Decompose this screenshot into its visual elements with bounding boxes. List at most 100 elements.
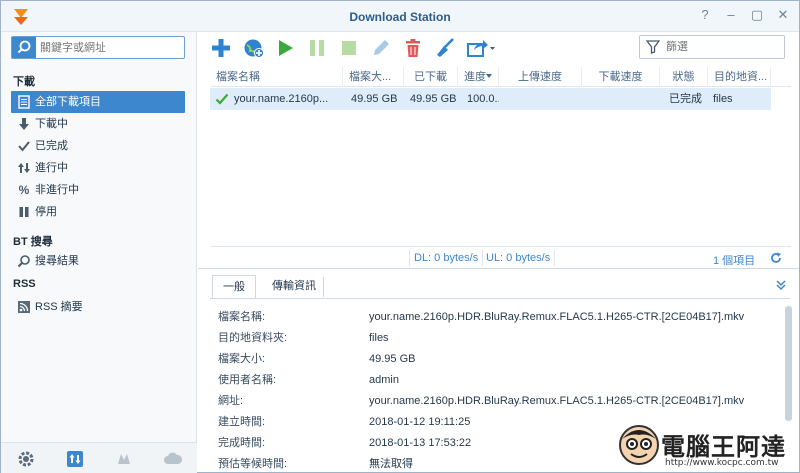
sidebar-item-search-results[interactable]: 搜尋結果	[11, 250, 185, 272]
table-status-bar: DL: 0 bytes/s UL: 0 bytes/s 1 個項目	[210, 246, 791, 268]
sidebar-item-stopped[interactable]: 停用	[11, 201, 185, 223]
download-speed-total: DL: 0 bytes/s	[414, 252, 479, 264]
sidebar-item-active[interactable]: 進行中	[11, 157, 185, 179]
cell-name: your.name.2160p...	[234, 93, 329, 105]
percent-icon: %	[18, 183, 30, 197]
cell-downloaded: 49.95 GB	[410, 93, 457, 105]
column-header-size[interactable]: 檔案大...	[343, 67, 404, 87]
search-icon	[17, 254, 31, 268]
sidebar-item-label: 下載中	[35, 118, 68, 130]
completed-check-icon	[215, 93, 229, 105]
cell-download-speed	[582, 88, 660, 110]
tab-transfer-info[interactable]: 傳輸資訊	[262, 275, 326, 299]
column-header-progress[interactable]: 進度	[458, 67, 498, 87]
check-icon	[17, 139, 31, 153]
item-count: 1 個項目	[713, 255, 756, 267]
share-dropdown-icon[interactable]	[466, 37, 496, 59]
transfer-button[interactable]	[50, 443, 99, 473]
detail-row-filename: 檔案名稱: your.name.2160p.HDR.BluRay.Remux.F…	[218, 311, 745, 323]
detail-row-destination: 目的地資料夾: files	[218, 332, 389, 344]
pause-icon[interactable]	[306, 37, 328, 59]
search-input[interactable]	[40, 39, 180, 56]
sidebar-item-completed[interactable]: 已完成	[11, 135, 185, 157]
clear-broom-icon[interactable]	[434, 37, 456, 59]
sidebar-item-all-downloads[interactable]: 全部下載項目	[11, 91, 185, 113]
column-header-upload-speed[interactable]: 上傳速度	[499, 67, 582, 87]
close-icon[interactable]: ✕	[775, 7, 791, 23]
details-panel: 一般 傳輸資訊 檔案名稱: your.name.2160p.HDR.BluRay…	[198, 268, 799, 470]
details-scrollbar[interactable]	[785, 306, 792, 421]
cloud-button[interactable]	[148, 443, 197, 473]
upload-speed-total: UL: 0 bytes/s	[486, 252, 551, 264]
column-header-name[interactable]: 檔案名稱	[210, 67, 343, 87]
stop-icon[interactable]	[338, 37, 360, 59]
refresh-icon[interactable]	[770, 252, 782, 264]
column-header-downloaded[interactable]: 已下載	[404, 67, 458, 87]
transfer-icon	[66, 450, 83, 467]
download-arrow-icon	[17, 117, 31, 131]
filter-input[interactable]	[666, 39, 776, 55]
sort-desc-icon	[486, 74, 492, 78]
minimize-icon[interactable]: –	[723, 7, 739, 23]
window-title: Download Station	[349, 10, 451, 24]
cloud-icon	[163, 452, 182, 464]
sidebar-item-label: 已完成	[35, 140, 68, 152]
detail-row-username: 使用者名稱: admin	[218, 374, 399, 386]
detail-row-size: 檔案大小: 49.95 GB	[218, 353, 416, 365]
section-bt-search: BT 搜尋	[13, 236, 53, 248]
updown-arrows-icon	[17, 161, 31, 175]
table-header: 檔案名稱 檔案大... 已下載 進度 上傳速度 下載速度 狀態 目的地資...	[210, 67, 791, 87]
watermark-title: 電腦王阿達	[661, 433, 786, 461]
gear-icon	[18, 451, 33, 466]
column-header-download-speed[interactable]: 下載速度	[582, 67, 660, 87]
cell-progress: 100.0...	[467, 93, 499, 105]
sidebar-item-label: 進行中	[35, 162, 68, 174]
settings-button[interactable]	[1, 443, 50, 473]
emule-button[interactable]	[99, 443, 148, 473]
resume-play-icon[interactable]	[274, 37, 296, 59]
sidebar: 下載 全部下載項目 下載中 已完成 進行中 % 非進	[1, 32, 197, 473]
filter-funnel-icon	[646, 40, 660, 54]
pause-icon	[17, 205, 31, 219]
add-url-globe-icon[interactable]	[242, 37, 264, 59]
edit-pencil-icon[interactable]	[370, 37, 392, 59]
sidebar-item-rss-feeds[interactable]: RSS 摘要	[11, 296, 185, 318]
help-icon[interactable]: ?	[697, 7, 713, 23]
toolbar	[198, 32, 799, 63]
add-icon[interactable]	[210, 37, 232, 59]
sidebar-footer	[1, 442, 197, 473]
sidebar-item-downloading[interactable]: 下載中	[11, 113, 185, 135]
cell-upload-speed	[499, 88, 582, 110]
column-header-status[interactable]: 狀態	[660, 67, 708, 87]
sidebar-item-label: 搜尋結果	[35, 255, 79, 267]
sidebar-item-label: RSS 摘要	[35, 301, 83, 313]
search-icon	[17, 40, 31, 54]
sidebar-search[interactable]	[11, 36, 185, 59]
section-rss: RSS	[13, 278, 36, 290]
search-button[interactable]	[12, 37, 36, 58]
table-row[interactable]: your.name.2160p... 49.95 GB 49.95 GB 100…	[210, 88, 771, 110]
watermark-url: http://www.kocpc.com.tw	[665, 458, 779, 468]
cell-destination: files	[713, 93, 733, 105]
column-header-destination[interactable]: 目的地資...	[708, 67, 771, 87]
tab-underline	[210, 298, 790, 299]
delete-trash-icon[interactable]	[402, 37, 424, 59]
rss-icon	[17, 300, 31, 314]
sidebar-item-label: 全部下載項目	[35, 96, 101, 108]
download-station-window: Download Station ? – ▢ ✕ 下載 全部下載項目	[0, 0, 800, 473]
filter-box[interactable]	[639, 35, 785, 59]
cell-size: 49.95 GB	[351, 93, 398, 105]
sidebar-item-label: 停用	[35, 206, 57, 218]
sidebar-item-inactive[interactable]: % 非進行中	[11, 179, 185, 201]
watermark: 電腦王阿達 http://www.kocpc.com.tw	[613, 419, 799, 473]
emule-icon	[117, 453, 130, 464]
cell-status: 已完成	[669, 93, 702, 105]
tab-general[interactable]: 一般	[212, 275, 256, 299]
collapse-chevron-icon[interactable]	[775, 279, 787, 291]
title-bar: Download Station ? – ▢ ✕	[1, 1, 799, 32]
maximize-icon[interactable]: ▢	[749, 7, 765, 23]
mascot-logo-icon	[619, 425, 659, 465]
section-download: 下載	[13, 76, 35, 88]
sidebar-item-label: 非進行中	[35, 184, 79, 196]
list-icon	[17, 95, 31, 109]
